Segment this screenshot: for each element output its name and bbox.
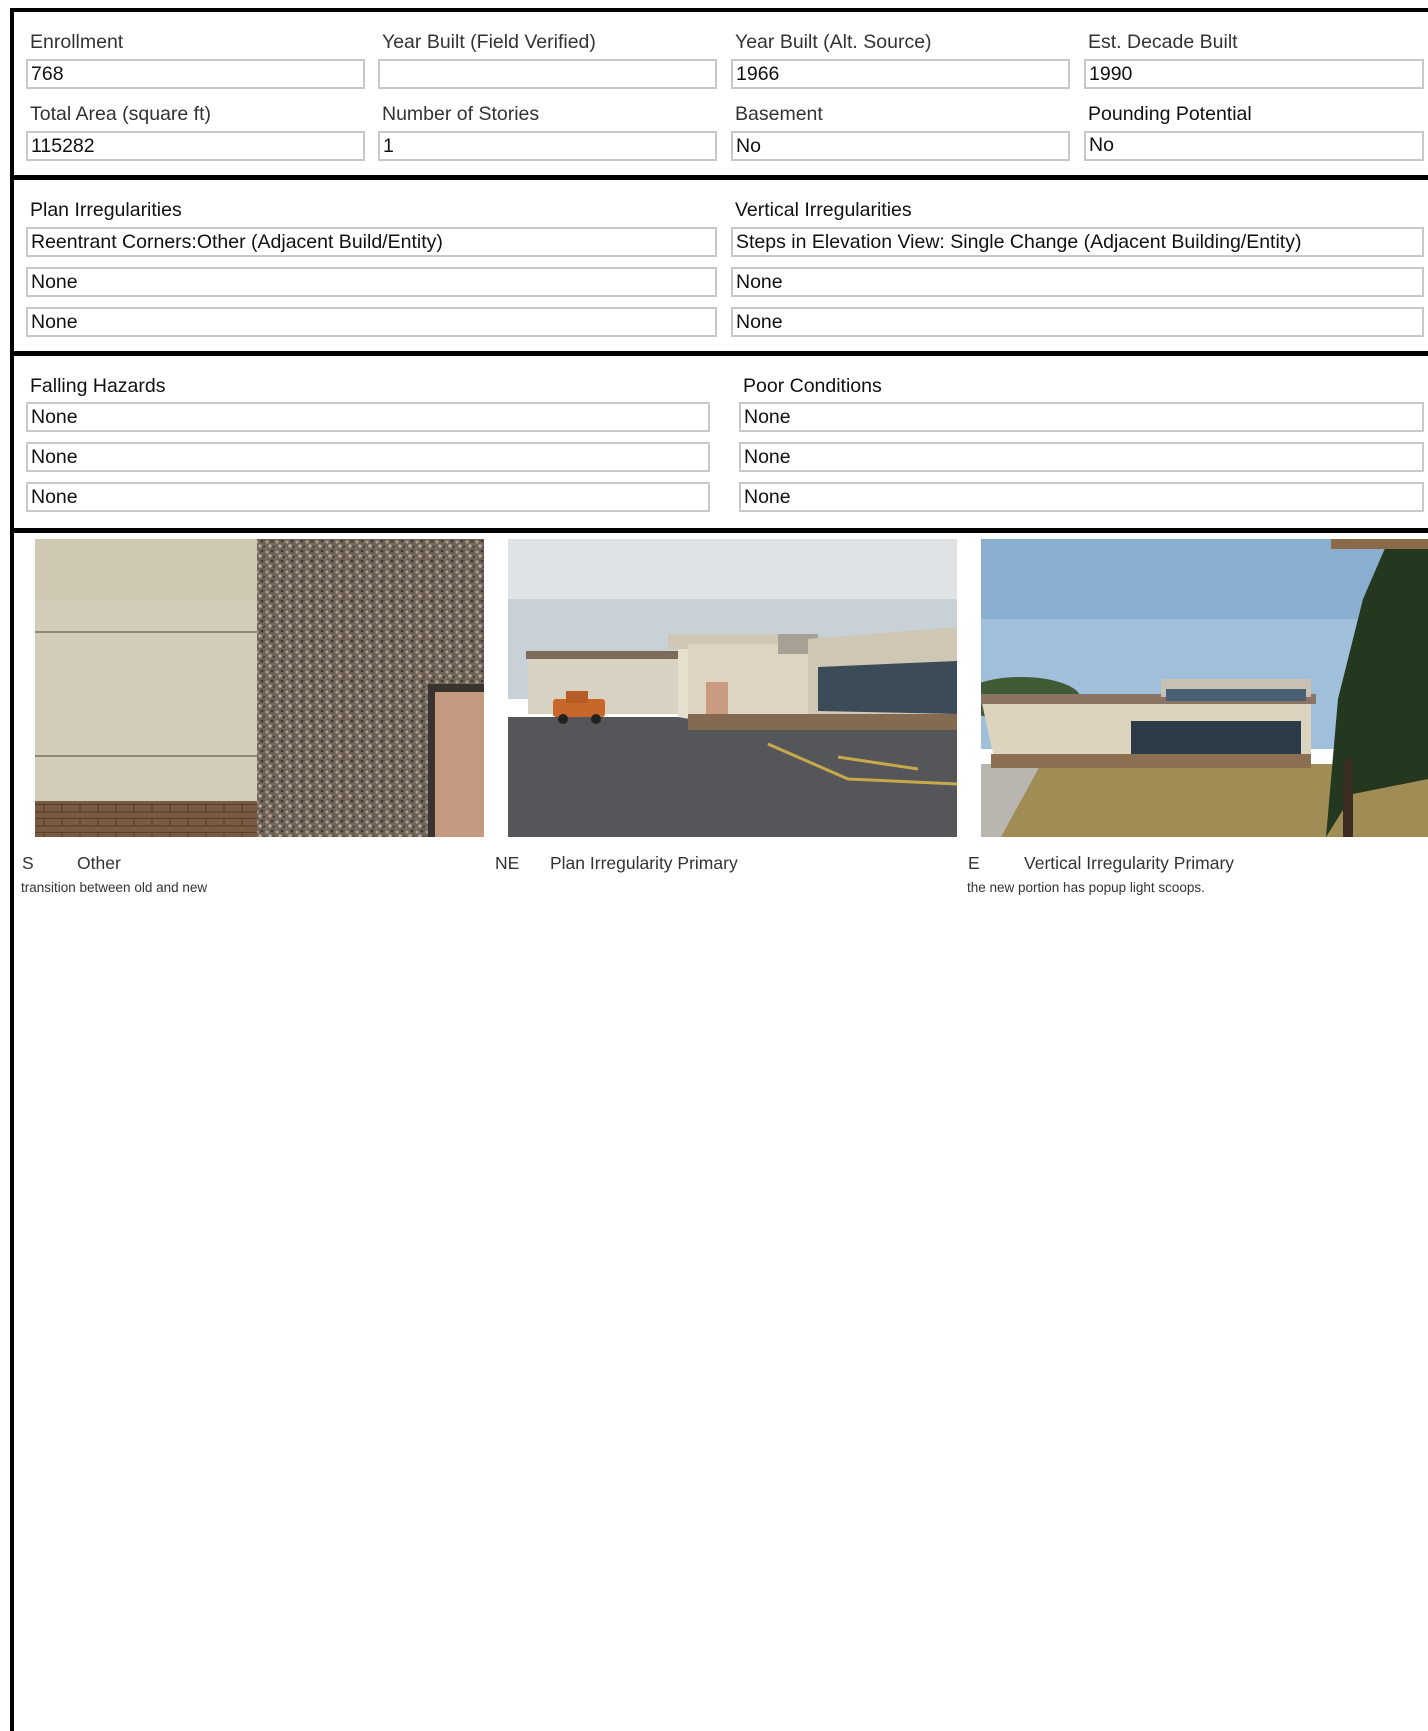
plan-irregularities-label: Plan Irregularities: [30, 199, 182, 221]
plan-irregularity-field-2[interactable]: None: [26, 267, 717, 297]
photo-parking-lot[interactable]: [508, 539, 957, 837]
vertical-irregularity-field-2[interactable]: None: [731, 267, 1424, 297]
poor-condition-field-3[interactable]: None: [739, 482, 1424, 512]
stories-label: Number of Stories: [382, 103, 540, 125]
vertical-irregularities-label: Vertical Irregularities: [735, 199, 912, 221]
decade-built-label: Est. Decade Built: [1088, 31, 1238, 53]
basement-field[interactable]: No: [731, 131, 1070, 161]
total-area-label: Total Area (square ft): [30, 103, 212, 125]
stories-field[interactable]: 1: [378, 131, 717, 161]
basement-label: Basement: [735, 103, 823, 125]
photo-3-note: the new portion has popup light scoops.: [967, 880, 1205, 895]
pounding-field[interactable]: No: [1084, 131, 1424, 161]
falling-hazard-field-3[interactable]: None: [26, 482, 710, 512]
year-built-field-field[interactable]: [378, 59, 717, 89]
section-divider: [10, 528, 1428, 533]
section-divider: [10, 175, 1428, 180]
decade-built-field[interactable]: 1990: [1084, 59, 1424, 89]
poor-condition-field-2[interactable]: None: [739, 442, 1424, 472]
falling-hazard-field-1[interactable]: None: [26, 402, 710, 432]
photo-1-direction: S: [22, 853, 34, 873]
poor-conditions-label: Poor Conditions: [743, 375, 882, 397]
photo-1-note: transition between old and new: [21, 880, 208, 895]
plan-irregularity-field-3[interactable]: None: [26, 307, 717, 337]
plan-irregularity-field-1[interactable]: Reentrant Corners:Other (Adjacent Build/…: [26, 227, 717, 257]
pounding-label: Pounding Potential: [1088, 103, 1252, 125]
falling-hazards-label: Falling Hazards: [30, 375, 166, 397]
photo-2-category: Plan Irregularity Primary: [550, 853, 738, 873]
vertical-irregularity-field-3[interactable]: None: [731, 307, 1424, 337]
photo-3-direction: E: [968, 853, 980, 873]
section-divider: [10, 351, 1428, 356]
year-built-alt-field[interactable]: 1966: [731, 59, 1070, 89]
photo-1-category: Other: [77, 853, 121, 873]
enrollment-field[interactable]: 768: [26, 59, 365, 89]
total-area-field[interactable]: 115282: [26, 131, 365, 161]
year-built-alt-label: Year Built (Alt. Source): [735, 31, 932, 53]
falling-hazard-field-2[interactable]: None: [26, 442, 710, 472]
photo-2-direction: NE: [495, 853, 520, 873]
enrollment-label: Enrollment: [30, 31, 124, 53]
photo-3-category: Vertical Irregularity Primary: [1024, 853, 1235, 873]
vertical-irregularity-field-1[interactable]: Steps in Elevation View: Single Change (…: [731, 227, 1424, 257]
year-built-field-label: Year Built (Field Verified): [382, 31, 596, 53]
photo-wall-transition[interactable]: [35, 539, 484, 837]
photo-light-scoops[interactable]: [981, 539, 1428, 837]
poor-condition-field-1[interactable]: None: [739, 402, 1424, 432]
